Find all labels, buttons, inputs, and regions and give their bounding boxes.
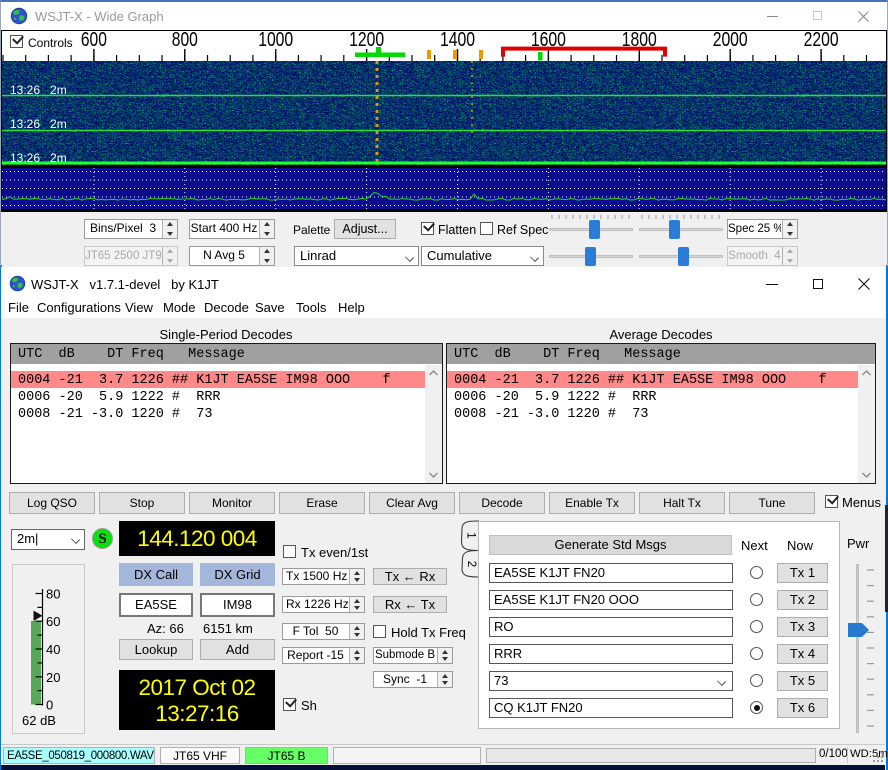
svg-text:1400: 1400 — [440, 31, 475, 51]
svg-text:80: 80 — [46, 587, 60, 602]
svg-text:20: 20 — [46, 670, 60, 685]
svg-text:40: 40 — [46, 642, 60, 657]
svg-text:600: 600 — [81, 31, 107, 51]
svg-text:800: 800 — [172, 31, 198, 51]
svg-text:2: 2 — [465, 561, 477, 567]
svg-text:2200: 2200 — [804, 31, 839, 51]
svg-text:60: 60 — [46, 614, 60, 629]
svg-text:2000: 2000 — [713, 31, 748, 51]
svg-text:1000: 1000 — [258, 31, 293, 51]
svg-text:0: 0 — [46, 698, 53, 713]
svg-text:1: 1 — [465, 532, 477, 538]
